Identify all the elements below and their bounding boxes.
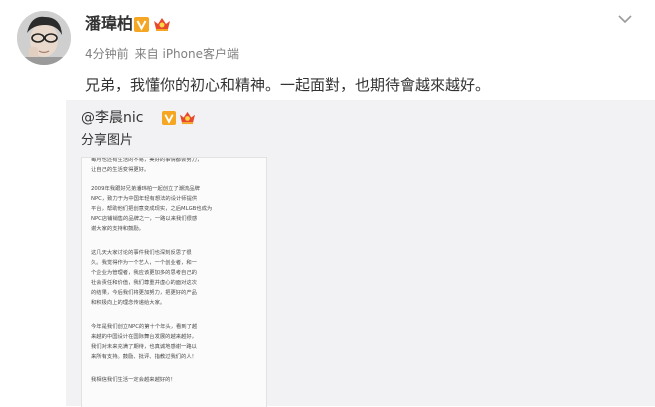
repost-container: @李晨nic 分享图片 每月也还有生活的不易，美好的事情都会努力， 让自己的生活… bbox=[66, 100, 655, 407]
post-text: 兄弟，我懂你的初心和精神。一起面對，也期待會越來越好。 bbox=[85, 76, 491, 94]
crown-icon[interactable] bbox=[153, 16, 171, 32]
image-paragraph: 每月也还有生活的不易，美好的事情都会努力， 让自己的生活变得更好。 bbox=[91, 157, 203, 173]
weibo-post-card: 潘瑋柏 4分钟前 来自 iPhone客户端 兄弟，我懂你的初心和精神。一起面對，也… bbox=[0, 0, 655, 407]
post-time[interactable]: 4分钟前 bbox=[85, 47, 129, 61]
shared-image[interactable]: 每月也还有生活的不易，美好的事情都会努力， 让自己的生活变得更好。 2009年我… bbox=[81, 157, 267, 407]
post-username[interactable]: 潘瑋柏 bbox=[85, 14, 133, 34]
image-paragraph: 这几天大家讨论的事件我们也深刻反思了很 久。我觉得作为一个艺人，一个创业者，和一… bbox=[91, 250, 197, 306]
source-prefix: 来自 bbox=[134, 47, 159, 61]
crown-icon[interactable] bbox=[179, 110, 196, 125]
chevron-down-icon[interactable] bbox=[618, 14, 632, 24]
post-source[interactable]: iPhone客户端 bbox=[162, 47, 239, 61]
image-paragraph: 2009年我跟好兄弟潘玮柏一起创立了潮流品牌 NPC，致力于为中国年轻有想法的设… bbox=[91, 186, 213, 232]
verified-v-icon[interactable] bbox=[134, 17, 149, 32]
image-paragraph: 我相信我们生活一定会越来越好的！ bbox=[91, 377, 176, 383]
image-paragraph: 今年是我们创立NPC的第十个年头，看到了越 来越的中国设计在国际舞台发展的越来越… bbox=[91, 324, 198, 360]
repost-share-label: 分享图片 bbox=[81, 133, 134, 148]
verified-v-icon[interactable] bbox=[162, 111, 176, 125]
repost-username[interactable]: @李晨nic bbox=[81, 109, 143, 127]
avatar[interactable] bbox=[17, 11, 71, 65]
post-meta: 4分钟前 来自 iPhone客户端 bbox=[85, 46, 239, 62]
